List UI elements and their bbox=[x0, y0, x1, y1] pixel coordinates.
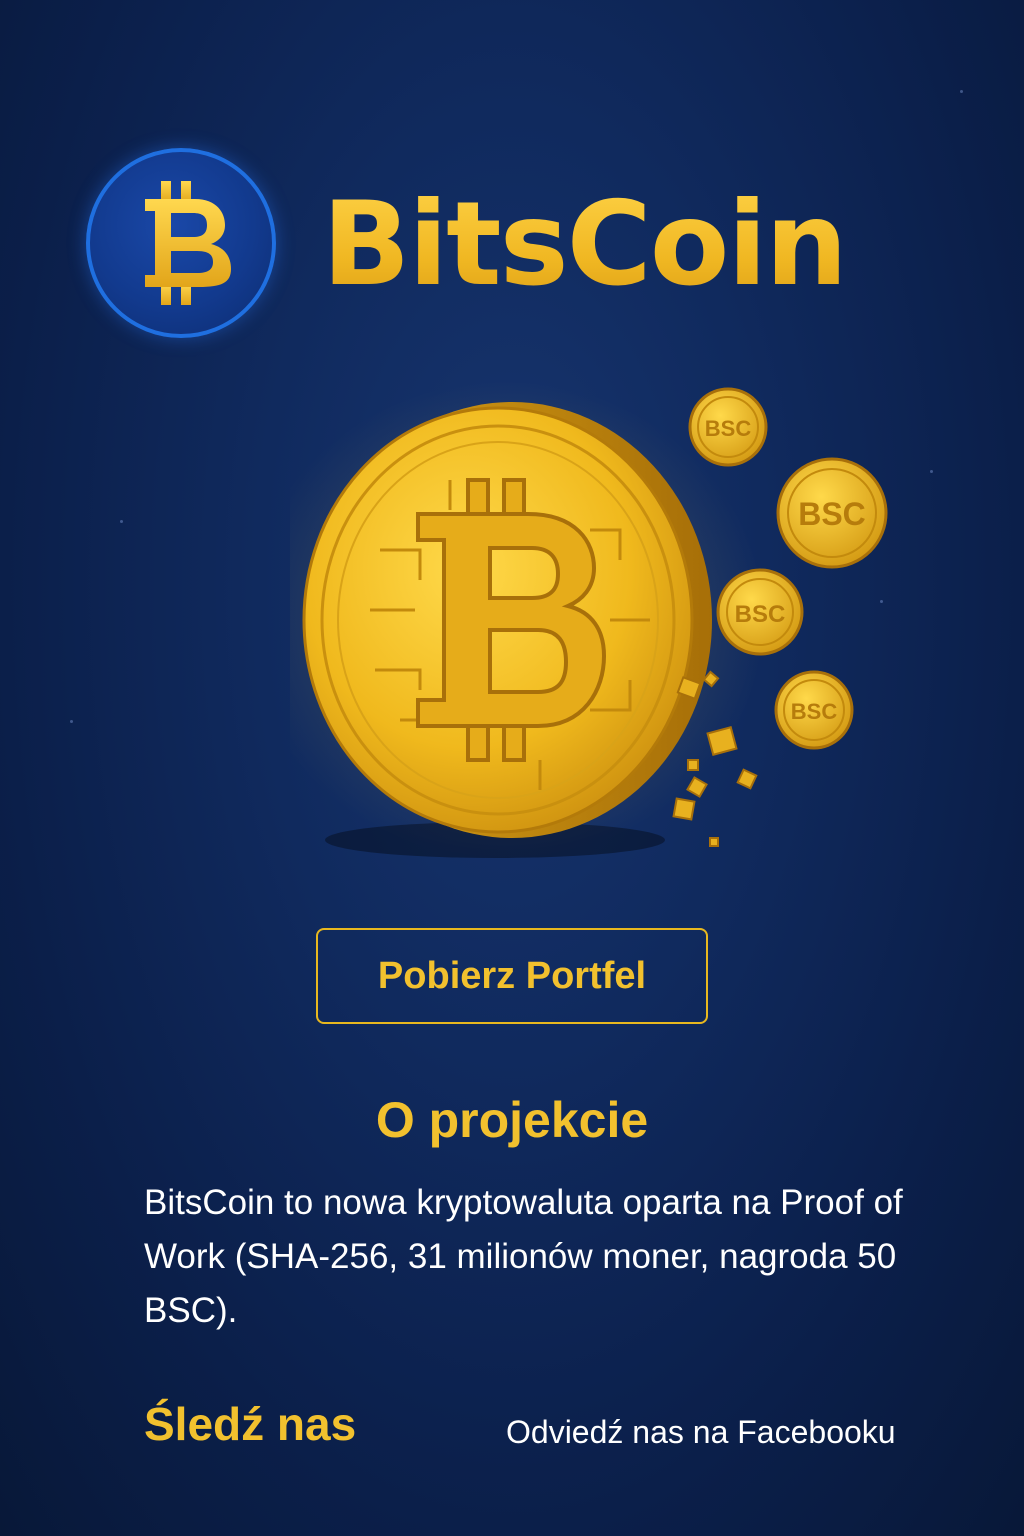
hero-illustration: BSC BSC BSC BSC bbox=[290, 380, 910, 880]
follow-title: Śledź nas bbox=[144, 1398, 357, 1450]
brand-name: BitsCoin bbox=[322, 170, 848, 320]
bsc-coin-icon: BSC bbox=[716, 568, 804, 656]
about-description: BitsCoin to nowa kryptowaluta oparta na … bbox=[144, 1183, 903, 1330]
bsc-coin-icon: BSC bbox=[774, 670, 854, 750]
background-star bbox=[120, 520, 123, 523]
bsc-coin-label: BSC bbox=[798, 496, 866, 532]
bsc-coin-label: BSC bbox=[735, 601, 786, 628]
bsc-coin-label: BSC bbox=[791, 699, 838, 724]
bsc-coin-icon: BSC bbox=[688, 387, 768, 467]
bsc-coin-icon: BSC bbox=[776, 457, 888, 569]
bsc-coin-label: BSC bbox=[705, 416, 752, 441]
bitcoin-logo-icon bbox=[86, 148, 276, 338]
bitcoin-coin-icon: BSC BSC BSC BSC bbox=[290, 380, 888, 860]
background-star bbox=[960, 90, 963, 93]
header: BitsCoin bbox=[86, 148, 946, 348]
about-title: O projekcie bbox=[375, 1092, 649, 1148]
background-star bbox=[70, 720, 73, 723]
background-star bbox=[930, 470, 933, 473]
facebook-link[interactable]: Odviedź nas na Facebooku bbox=[506, 1410, 896, 1454]
download-wallet-button[interactable]: Pobierz Portfel bbox=[316, 928, 708, 1024]
